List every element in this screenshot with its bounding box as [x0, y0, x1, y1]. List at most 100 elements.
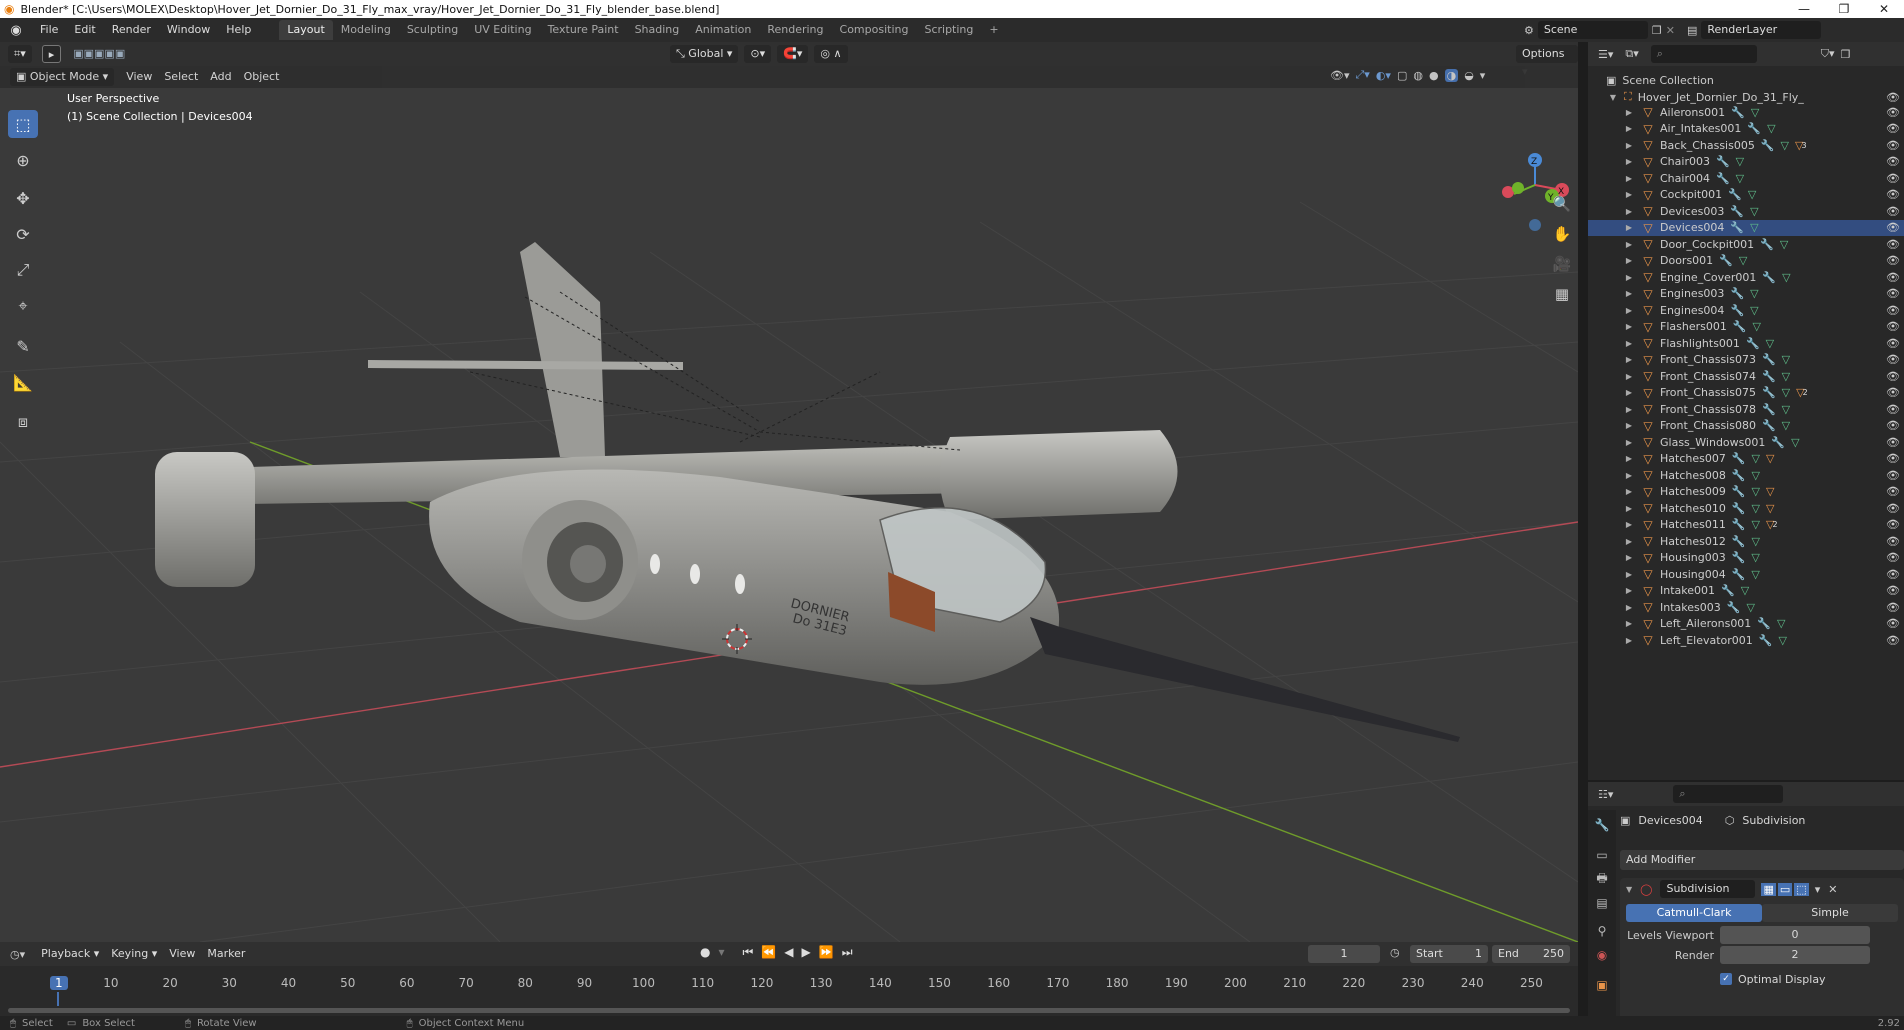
mesh-data-icon[interactable]: ▽: [1750, 304, 1758, 317]
mesh-data-icon[interactable]: ▽: [1748, 188, 1756, 201]
outliner-row[interactable]: ▶ ▽ Engines003 🔧 ▽ 👁: [1588, 286, 1904, 303]
mesh-data-icon[interactable]: ▽: [1741, 584, 1749, 597]
viewport-menu-view[interactable]: View: [120, 68, 158, 86]
expand-arrow-icon[interactable]: ▶: [1624, 388, 1634, 397]
jump-start-icon[interactable]: ⏮: [743, 945, 754, 960]
expand-arrow-icon[interactable]: ▶: [1624, 289, 1634, 298]
annotate-tool-icon[interactable]: ✎: [8, 332, 38, 360]
modifier-wrench-icon[interactable]: 🔧: [1716, 155, 1730, 168]
modifier-wrench-icon[interactable]: 🔧: [1733, 320, 1747, 333]
menu-file[interactable]: File: [32, 18, 66, 42]
visibility-eye-icon[interactable]: 👁: [1886, 337, 1900, 350]
shading-options-icon[interactable]: ▾: [1480, 69, 1486, 82]
record-icon[interactable]: ●: [700, 945, 710, 960]
timeline-editor-icon[interactable]: ◷▾: [10, 948, 25, 961]
mesh-data-icon[interactable]: ▽: [1777, 617, 1785, 630]
mesh-object-icon[interactable]: ▽: [1640, 188, 1656, 202]
pan-hand-icon[interactable]: ✋: [1550, 222, 1574, 246]
modifier-wrench-icon[interactable]: 🔧: [1762, 370, 1776, 383]
tab-layout[interactable]: Layout: [279, 20, 333, 40]
tab-scripting[interactable]: Scripting: [916, 20, 981, 40]
view-layer-field[interactable]: RenderLayer: [1701, 21, 1822, 39]
visibility-eye-icon[interactable]: 👁: [1886, 551, 1900, 564]
mesh-data-icon[interactable]: ▽: [1767, 122, 1775, 135]
modifier-wrench-icon[interactable]: 🔧: [1727, 601, 1741, 614]
outliner-row[interactable]: ▶ ▽ Left_Ailerons001 🔧 ▽ 👁: [1588, 616, 1904, 633]
visibility-eye-icon[interactable]: 👁: [1886, 254, 1900, 267]
expand-arrow-icon[interactable]: ▶: [1624, 421, 1634, 430]
rotate-tool-icon[interactable]: ⟳: [8, 220, 38, 248]
next-keyframe-icon[interactable]: ⏩: [819, 945, 834, 960]
mesh-data-icon[interactable]: ▽: [1782, 370, 1790, 383]
expand-arrow-icon[interactable]: ▶: [1624, 157, 1634, 166]
modifier-wrench-icon[interactable]: 🔧: [1732, 551, 1746, 564]
modifier-wrench-icon[interactable]: 🔧: [1771, 436, 1785, 449]
mesh-data-icon[interactable]: ▽: [1782, 271, 1790, 284]
mesh-object-icon[interactable]: ▽: [1640, 600, 1656, 614]
zoom-icon[interactable]: 🔍: [1550, 192, 1574, 216]
transform-orientation-dropdown[interactable]: ⤡ Global ▾: [670, 45, 739, 63]
mesh-data-icon[interactable]: ▽: [1782, 353, 1790, 366]
blender-menu-icon[interactable]: ◉: [0, 23, 32, 38]
material-shading-icon[interactable]: ◑: [1444, 68, 1459, 82]
expand-arrow-icon[interactable]: ▶: [1624, 504, 1634, 513]
expand-arrow-icon[interactable]: ▶: [1624, 619, 1634, 628]
simple-button[interactable]: Simple: [1762, 904, 1898, 922]
minimize-icon[interactable]: —: [1784, 0, 1824, 18]
modifier-wrench-icon[interactable]: 🔧: [1728, 188, 1742, 201]
mesh-object-icon[interactable]: ▽: [1640, 534, 1656, 548]
outliner-row[interactable]: ▶ ▽ Left_Elevator001 🔧 ▽ 👁: [1588, 632, 1904, 649]
outliner-row[interactable]: ▶ ▽ Front_Chassis075 🔧 ▽ ▽ 2 👁: [1588, 385, 1904, 402]
outliner-editor-icon[interactable]: ☰▾: [1598, 48, 1613, 61]
modifier-wrench-icon[interactable]: 🔧: [1730, 205, 1744, 218]
visibility-eye-icon[interactable]: 👁: [1886, 221, 1900, 234]
modifier-wrench-icon[interactable]: 🔧: [1761, 139, 1775, 152]
keyframe-options-icon[interactable]: ▾: [718, 945, 724, 960]
options-dropdown[interactable]: Options ▾: [1516, 45, 1578, 78]
modifier-wrench-icon[interactable]: 🔧: [1747, 122, 1761, 135]
expand-arrow-icon[interactable]: ▶: [1624, 355, 1634, 364]
viewport-menu-add[interactable]: Add: [204, 68, 237, 86]
mesh-object-icon[interactable]: ▽: [1640, 551, 1656, 565]
expand-arrow-icon[interactable]: ▶: [1624, 553, 1634, 562]
visibility-eye-icon[interactable]: 👁: [1886, 436, 1900, 449]
modifier-wrench-icon[interactable]: 🔧: [1762, 403, 1776, 416]
expand-arrow-icon[interactable]: ▶: [1624, 207, 1634, 216]
visibility-eye-icon[interactable]: 👁: [1886, 617, 1900, 630]
end-frame-field[interactable]: End 250: [1492, 945, 1570, 963]
modifier-wrench-icon[interactable]: 🔧: [1760, 238, 1774, 251]
add-modifier-button[interactable]: Add Modifier: [1620, 850, 1904, 870]
tab-rendering[interactable]: Rendering: [759, 20, 831, 40]
mesh-data-icon[interactable]: ▽: [1751, 551, 1759, 564]
mesh-object-icon[interactable]: ▽: [1640, 122, 1656, 136]
expand-arrow-icon[interactable]: ▶: [1624, 636, 1634, 645]
scene-tab-icon[interactable]: ⚲: [1591, 920, 1613, 942]
material-icon[interactable]: ▽: [1766, 452, 1774, 465]
mesh-object-icon[interactable]: ▽: [1640, 353, 1656, 367]
outliner-row[interactable]: ▶ ▽ Cockpit001 🔧 ▽ 👁: [1588, 187, 1904, 204]
select-tool-icon[interactable]: ▸: [41, 45, 62, 63]
outliner-row[interactable]: ▶ ▽ Hatches008 🔧 ▽ 👁: [1588, 467, 1904, 484]
mesh-object-icon[interactable]: ▽: [1640, 419, 1656, 433]
outliner-row[interactable]: ▶ ▽ Front_Chassis078 🔧 ▽ 👁: [1588, 401, 1904, 418]
expand-arrow-icon[interactable]: ▶: [1624, 487, 1634, 496]
tab-shading[interactable]: Shading: [627, 20, 688, 40]
move-tool-icon[interactable]: ✥: [8, 184, 38, 212]
expand-arrow-icon[interactable]: ▶: [1624, 322, 1634, 331]
outliner-row[interactable]: ▶ ▽ Air_Intakes001 🔧 ▽ 👁: [1588, 121, 1904, 138]
outliner-row[interactable]: ▶ ▽ Hatches012 🔧 ▽ 👁: [1588, 533, 1904, 550]
visibility-eye-icon[interactable]: 👁: [1886, 403, 1900, 416]
material-icon[interactable]: ▽: [1766, 485, 1774, 498]
mesh-data-icon[interactable]: ▽: [1752, 535, 1760, 548]
add-workspace-icon[interactable]: +: [981, 20, 1006, 40]
mesh-data-icon[interactable]: ▽: [1739, 254, 1747, 267]
outliner-row[interactable]: ▶ ▽ Front_Chassis073 🔧 ▽ 👁: [1588, 352, 1904, 369]
world-tab-icon[interactable]: ◉: [1591, 944, 1613, 966]
editor-type-icon[interactable]: ⌗▾: [8, 45, 32, 63]
mesh-object-icon[interactable]: ▽: [1640, 171, 1656, 185]
outliner-row[interactable]: ▶ ▽ Hatches007 🔧 ▽ ▽ 👁: [1588, 451, 1904, 468]
tool-tab-icon[interactable]: 🔧: [1591, 814, 1613, 836]
mesh-data-icon[interactable]: ▽: [1752, 469, 1760, 482]
levels-viewport-field[interactable]: 0: [1720, 926, 1870, 944]
outliner-row[interactable]: ▶ ▽ Housing004 🔧 ▽ 👁: [1588, 566, 1904, 583]
